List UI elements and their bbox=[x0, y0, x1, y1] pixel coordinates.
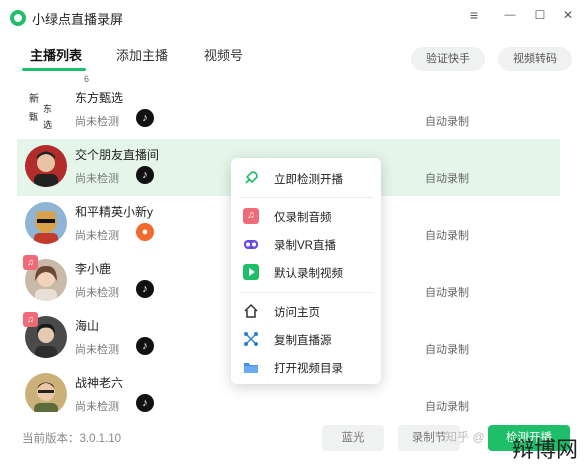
avatar: 新 东 甄 选 bbox=[25, 88, 67, 130]
video-icon bbox=[243, 264, 259, 280]
streamer-status: 尚未检测 bbox=[75, 230, 119, 242]
tab-bar: 主播列表 6 添加主播 视频号 bbox=[0, 34, 584, 84]
streamer-name: 海山 bbox=[75, 319, 100, 333]
streamer-status: 尚未检测 bbox=[75, 173, 119, 185]
record-mode[interactable]: 自动录制 bbox=[425, 341, 469, 357]
bluray-button[interactable]: 蓝光 bbox=[322, 425, 384, 451]
streamer-name: 和平精英小新y bbox=[75, 205, 154, 219]
footer-bar: 当前版本：3.0.1.10 蓝光 录制节 检测开播 bbox=[0, 420, 584, 466]
streamer-name: 战神老六 bbox=[75, 376, 124, 390]
menu-item-visit-home[interactable]: 访问主页 bbox=[231, 297, 381, 325]
avatar bbox=[25, 202, 67, 244]
vr-icon bbox=[243, 236, 259, 252]
svg-text:东: 东 bbox=[43, 103, 52, 115]
streamer-name: 东方甄选 bbox=[75, 91, 124, 105]
watermark-site: 知乎 @ bbox=[445, 430, 485, 444]
record-mode[interactable]: 自动录制 bbox=[425, 113, 469, 129]
rocket-icon bbox=[243, 170, 259, 186]
menu-item-record-vr[interactable]: 录制VR直播 bbox=[231, 230, 381, 258]
streamer-status: 尚未检测 bbox=[75, 401, 119, 412]
record-mode[interactable]: 自动录制 bbox=[425, 398, 469, 412]
minimize-button[interactable]: — bbox=[496, 4, 524, 26]
home-icon bbox=[243, 303, 259, 319]
streamer-name: 李小鹿 bbox=[75, 262, 112, 276]
streamer-status: 尚未检测 bbox=[75, 287, 119, 299]
tab-video-account[interactable]: 视频号 bbox=[204, 45, 243, 64]
link-icon bbox=[243, 331, 259, 347]
douyin-icon: ♪ bbox=[136, 280, 154, 298]
menu-item-open-folder[interactable]: 打开视频目录 bbox=[231, 353, 381, 381]
streamer-name: 交个朋友直播间 bbox=[75, 148, 160, 162]
audio-only-badge-icon: ♫ bbox=[23, 255, 38, 270]
verify-kuaishou-button[interactable]: 验证快手 bbox=[411, 47, 485, 71]
menu-divider bbox=[239, 197, 373, 198]
active-tab-indicator bbox=[22, 68, 86, 71]
avatar bbox=[25, 373, 67, 412]
streamer-status: 尚未检测 bbox=[75, 344, 119, 356]
douyin-icon: ♪ bbox=[136, 166, 154, 184]
svg-text:选: 选 bbox=[43, 119, 52, 130]
avatar-logo-text: 新 bbox=[29, 92, 39, 105]
music-icon: ♫ bbox=[243, 208, 259, 224]
folder-icon bbox=[243, 359, 259, 375]
streamer-row[interactable]: 新 东 甄 选 东方甄选 尚未检测 ♪ 自动录制 bbox=[17, 82, 560, 139]
watermark-brand: 辩博网 bbox=[511, 437, 578, 462]
tab-streamer-list[interactable]: 主播列表 bbox=[30, 45, 82, 64]
maximize-button[interactable]: ☐ bbox=[526, 4, 554, 26]
menu-icon[interactable]: ≡ bbox=[460, 4, 488, 26]
record-mode[interactable]: 自动录制 bbox=[425, 170, 469, 186]
audio-only-badge-icon: ♫ bbox=[23, 312, 38, 327]
menu-item-copy-source[interactable]: 复制直播源 bbox=[231, 325, 381, 353]
menu-item-detect-live[interactable]: 立即检测开播 bbox=[231, 164, 381, 192]
svg-text:甄: 甄 bbox=[29, 112, 38, 123]
douyin-icon: ♪ bbox=[136, 337, 154, 355]
video-transcode-button[interactable]: 视频转码 bbox=[498, 47, 572, 71]
app-logo-icon bbox=[10, 10, 26, 26]
title-bar: 小绿点直播录屏 ≡ — ☐ ✕ bbox=[0, 0, 584, 34]
avatar bbox=[25, 145, 67, 187]
close-button[interactable]: ✕ bbox=[554, 4, 582, 26]
menu-divider bbox=[239, 292, 373, 293]
douyin-icon: ♪ bbox=[136, 109, 154, 127]
context-menu: 立即检测开播 ♫ 仅录制音频 录制VR直播 默认录制视频 访问主页 复制直播源 … bbox=[231, 158, 381, 384]
menu-item-audio-only[interactable]: ♫ 仅录制音频 bbox=[231, 202, 381, 230]
record-mode[interactable]: 自动录制 bbox=[425, 227, 469, 243]
douyin-icon: ♪ bbox=[136, 394, 154, 412]
kuaishou-icon: ● bbox=[136, 223, 154, 241]
menu-item-default-video[interactable]: 默认录制视频 bbox=[231, 258, 381, 286]
app-title: 小绿点直播录屏 bbox=[32, 12, 124, 27]
streamer-status: 尚未检测 bbox=[75, 116, 119, 128]
version-text: 当前版本：3.0.1.10 bbox=[22, 433, 122, 445]
record-mode[interactable]: 自动录制 bbox=[425, 284, 469, 300]
tab-add-streamer[interactable]: 添加主播 bbox=[116, 45, 168, 64]
app-window: 小绿点直播录屏 ≡ — ☐ ✕ 主播列表 6 添加主播 视频号 验证快手 视频转… bbox=[0, 0, 584, 466]
